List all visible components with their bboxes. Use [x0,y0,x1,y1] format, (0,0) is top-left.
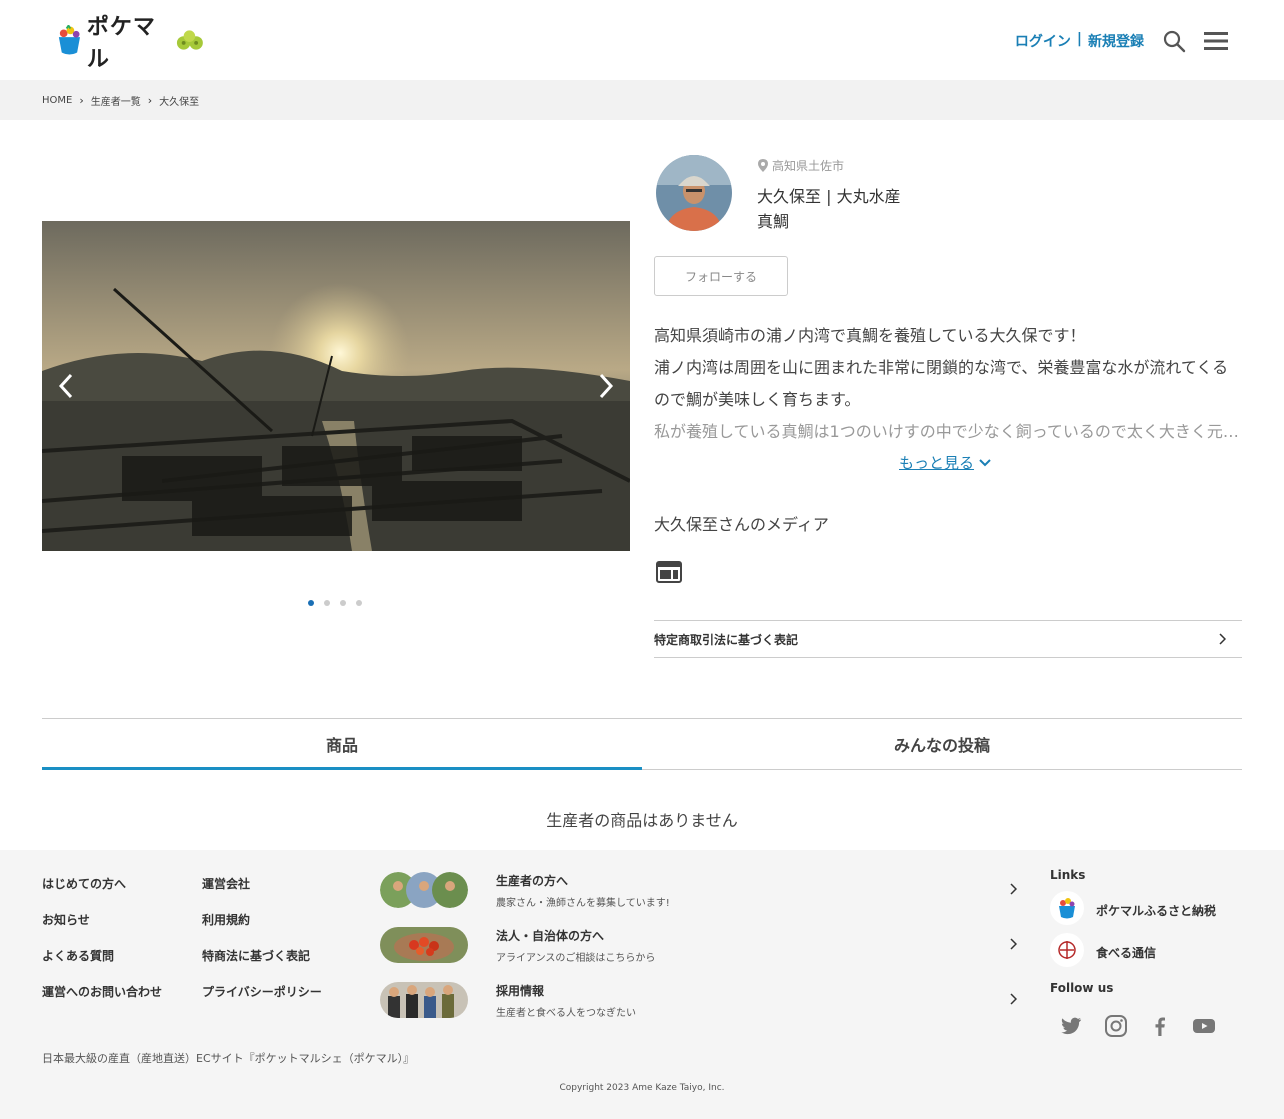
chevron-right-icon[interactable] [1009,993,1017,1005]
producer-name: 大久保至 | 大丸水産 [757,187,901,206]
signup-link[interactable]: 新規登録 [1088,31,1144,51]
description-line: ので鯛が美味しく育ちます。 [654,390,861,409]
footer-link-company[interactable]: 運営会社 [202,875,250,892]
footer-link-privacy[interactable]: プライバシーポリシー [202,983,322,1000]
location-pin-icon [758,159,768,172]
breadcrumb: HOME › 生産者一覧 › 大久保至 [0,80,1284,120]
description-line: 高知県須崎市の浦ノ内湾で真鯛を養殖している大久保です！ [654,326,1086,345]
show-more-link[interactable]: もっと見る [899,452,992,473]
twitter-icon[interactable] [1059,1014,1083,1038]
chevron-right-icon[interactable] [1009,883,1017,895]
footer-feature-sub: 生産者と食べる人をつなぎたい [496,1008,636,1019]
links-title: Links [1050,868,1086,882]
footer-feature-sub: 農家さん・漁師さんを募集しています! [496,898,670,909]
copyright: Copyright 2023 Ame Kaze Taiyo, Inc. [559,1083,725,1093]
logo-fruit-icon [177,30,204,50]
breadcrumb-current: 大久保至 [159,96,200,108]
follow-button[interactable]: フォローする [654,256,788,296]
logo-basket-icon [58,25,81,55]
footer-link-contact[interactable]: 運営へのお問い合わせ [42,983,162,1000]
tab-products[interactable]: 商品 [42,719,642,770]
slider-dot[interactable] [324,600,330,606]
chevron-right-icon: › [79,93,84,107]
footer-feature-title[interactable]: 法人・自治体の方へ [496,927,604,944]
breadcrumb-home[interactable]: HOME [42,95,72,106]
tab-posts[interactable]: みんなの投稿 [642,719,1242,769]
breadcrumb-producers[interactable]: 生産者一覧 [91,93,141,108]
hamburger-menu-icon[interactable] [1204,31,1228,51]
login-link[interactable]: ログイン [1015,31,1071,51]
avatar-photo [656,155,732,231]
footer-feature-title[interactable]: 生産者の方へ [496,872,568,889]
slider-dot[interactable] [356,600,362,606]
description-line: 浦ノ内湾は周囲を山に囲まれた非常に閉鎖的な湾で、栄養豊富な水が流れてくる [654,358,1229,377]
slider-dot[interactable] [340,600,346,606]
furusato-logo-icon[interactable] [1050,891,1084,925]
slider-next-button[interactable] [596,371,616,401]
slide-image-sunset-fish-farm [42,221,630,551]
chevron-right-icon [1219,633,1226,645]
follow-us-title: Follow us [1050,981,1114,995]
producers-thumbnail [380,872,468,908]
logo-text: ポケマル [86,15,156,72]
producer-product: 真鯛 [757,212,790,231]
location-text: 高知県土佐市 [772,159,845,173]
footer-link-terms[interactable]: 利用規約 [202,911,250,928]
chevron-down-icon [979,458,991,466]
footer-feature-sub: アライアンスのご相談はこちらから [496,953,656,964]
instagram-icon[interactable] [1104,1014,1128,1038]
slider-prev-button[interactable] [56,371,76,401]
site-logo[interactable]: ポケマル [56,15,206,72]
facebook-icon[interactable] [1148,1014,1172,1038]
auth-separator: | [1076,31,1082,47]
site-header: ポケマル ログイン | 新規登録 [0,0,1284,80]
recruit-thumbnail [380,982,468,1018]
footer-link-commercial-law[interactable]: 特商法に基づく表記 [202,947,310,964]
commercial-law-link[interactable]: 特定商取引法に基づく表記 [654,620,1242,658]
youtube-icon[interactable] [1192,1014,1216,1038]
media-section-title: 大久保至さんのメディア [654,515,829,534]
footer-link-first-time[interactable]: はじめての方へ [42,875,126,892]
search-icon[interactable] [1162,29,1186,53]
corporate-thumbnail [380,927,468,963]
chevron-right-icon[interactable] [1009,938,1017,950]
taberu-tsushin-logo-icon[interactable] [1050,933,1084,967]
producer-description: 高知県須崎市の浦ノ内湾で真鯛を養殖している大久保です！ 浦ノ内湾は周囲を山に囲ま… [654,320,1242,448]
slider-dots [308,600,362,606]
producer-location: 高知県土佐市 [758,157,844,174]
auth-links: ログイン | 新規登録 [1015,31,1144,51]
footer-link-faq[interactable]: よくある質問 [42,947,114,964]
content-tabs: 商品 みんなの投稿 [42,718,1242,770]
description-line: 私が養殖している真鯛は1つのいけすの中で少なく飼っているので太く大きく元気に育ち… [654,422,1242,441]
chevron-right-icon: › [147,93,153,107]
footer-feature-title[interactable]: 採用情報 [496,982,544,999]
producer-avatar [656,155,732,231]
slider-dot[interactable] [308,600,314,606]
commercial-law-label: 特定商取引法に基づく表記 [654,632,799,647]
link-furusato[interactable]: ポケマルふるさと納税 [1096,902,1216,919]
web-media-icon[interactable] [656,561,682,583]
site-description: 日本最大級の産直（産地直送）ECサイト『ポケットマルシェ（ポケマル）』 [42,1052,415,1065]
empty-products-message: 生産者の商品はありません [546,811,738,830]
footer-link-news[interactable]: お知らせ [42,911,90,928]
photo-slider[interactable] [42,221,630,551]
show-more-label: もっと見る [899,454,975,472]
link-taberu-tsushin[interactable]: 食べる通信 [1096,944,1156,961]
